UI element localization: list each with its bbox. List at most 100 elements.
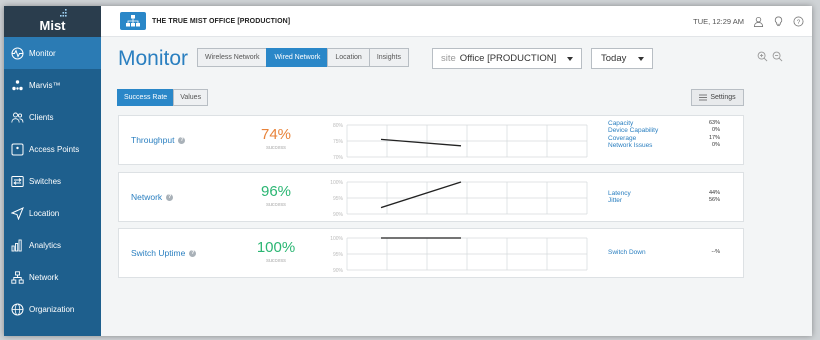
sparkline-tick-label: 100% [330,180,343,186]
breakdown-value: 0% [712,141,720,148]
metric-breakdown: Latency 44% Jitter 56% [608,190,720,205]
date-range-value: Today [601,53,627,64]
metric-name[interactable]: Network? [131,192,174,202]
sidebar-item-analytics[interactable]: Analytics [4,229,101,261]
help-icon[interactable]: ? [793,16,804,27]
sparkline-trend-line [380,181,462,209]
metric-breakdown-row[interactable]: Device Capability 0% [608,127,720,134]
sidebar-item-organization[interactable]: Organization [4,293,101,325]
access-points-icon [10,142,24,156]
breakdown-name[interactable]: Capacity [608,120,633,127]
metric-breakdown-row[interactable]: Capacity 63% [608,120,720,127]
tab-wireless-network[interactable]: Wireless Network [197,48,268,67]
user-icon[interactable] [753,16,764,27]
datetime: TUE, 12:29 AM [693,17,744,26]
analytics-icon [10,238,24,252]
help-icon[interactable]: ? [166,193,174,201]
help-icon[interactable]: ? [178,136,186,144]
tab-location[interactable]: Location [327,48,370,67]
sidebar-item-label: Analytics [29,240,62,250]
settings-label: Settings [710,94,736,101]
sidebar-item-label: Switches [29,176,62,186]
site-selector-label: site [441,53,456,64]
org-title[interactable]: THE TRUE MIST OFFICE [PRODUCTION] [152,18,290,25]
date-range-selector[interactable]: Today [591,48,653,69]
sparkline-tick-label: 95% [333,252,344,258]
metric-percent-caption: success [266,145,286,151]
chevron-down-icon [567,57,573,61]
metric-card-network[interactable]: Network? 96% success 100% 95% 90% Latency 44% Ji… [118,172,744,222]
site-selector[interactable]: site Office [PRODUCTION] [432,48,582,69]
metric-breakdown-row[interactable]: Network Issues 0% [608,142,720,149]
clients-icon [10,110,24,124]
tab-wired-network[interactable]: Wired Network [266,48,329,67]
sidebar-item-clients[interactable]: Clients [4,101,101,133]
zoom-out-icon[interactable] [772,51,783,62]
sidebar-item-label: Location [29,208,60,218]
sidebar-item-switches[interactable]: Switches [4,165,101,197]
network-icon [10,270,24,284]
metric-sparkline: 80% 75% 70% [333,123,588,161]
sidebar-item-label: Monitor [29,48,56,58]
org-icon [120,12,146,30]
breakdown-name[interactable]: Device Capability [608,127,658,134]
sparkline-tick-label: 100% [330,236,343,242]
metric-breakdown-row[interactable]: Jitter 56% [608,197,720,204]
metric-breakdown-row[interactable]: Latency 44% [608,190,720,197]
subtab-values[interactable]: Values [173,89,209,106]
app-window: Mist Monitor Marvis™ Clients Access Points S… [4,6,812,336]
settings-button[interactable]: Settings [691,89,744,106]
organization-icon [10,302,24,316]
metric-percent-caption: success [266,202,286,208]
sidebar-item-access-points[interactable]: Access Points [4,133,101,165]
page-title: Monitor [118,47,189,70]
tab-insights[interactable]: Insights [368,48,409,67]
monitor-icon [10,46,24,60]
sidebar-item-label: Marvis™ [29,80,61,90]
svg-text:?: ? [797,19,801,26]
metric-breakdown-row[interactable]: Switch Down --% [608,249,720,256]
metric-name[interactable]: Throughput? [131,135,186,145]
breakdown-name[interactable]: Latency [608,190,631,197]
sparkline-tick-label: 90% [333,268,344,274]
breakdown-name[interactable]: Jitter [608,197,622,204]
sidebar-item-location[interactable]: Location [4,197,101,229]
breakdown-value: 63% [708,120,720,126]
org-hierarchy-icon [126,15,140,27]
breakdown-name[interactable]: Network Issues [608,142,652,149]
sparkline-tick-label: 75% [333,139,344,145]
switches-icon [10,174,24,188]
zoom-in-icon[interactable] [757,51,768,62]
location-icon [10,206,24,220]
sidebar-item-marvis[interactable]: Marvis™ [4,69,101,101]
help-icon[interactable]: ? [189,249,197,257]
subtab-success-rate[interactable]: Success Rate [117,89,175,106]
network-tabs: Wireless Network Wired Network Location Ins… [197,48,409,67]
sparkline-tick-label: 95% [333,196,344,202]
metric-mode-tabs: Success Rate Values [117,89,209,106]
metric-percent: 96% [260,183,292,200]
metric-sparkline: 100% 95% 90% [330,236,588,274]
breakdown-name[interactable]: Coverage [608,135,636,142]
sidebar-item-network[interactable]: Network [4,261,101,293]
metric-percent: 74% [260,126,292,143]
metric-name-label: Switch Uptime [131,248,186,258]
metric-breakdown-row[interactable]: Coverage 17% [608,135,720,142]
sparkline-tick-label: 90% [333,212,344,218]
site-selector-value: Office [PRODUCTION] [459,53,557,64]
metric-card-throughput[interactable]: Throughput? 74% success 80% 75% 70% Capacity 63… [118,115,744,165]
chevron-down-icon [638,57,644,61]
lightbulb-icon[interactable] [773,16,784,27]
metric-name[interactable]: Switch Uptime? [131,248,197,258]
marvis-icon [10,78,24,92]
mist-logo[interactable]: Mist [4,6,101,37]
breakdown-name[interactable]: Switch Down [608,249,646,256]
metric-percent: 100% [256,239,296,256]
sparkline-trend-line [380,138,462,147]
metric-name-label: Network [131,192,163,202]
metric-card-switch-uptime[interactable]: Switch Uptime? 100% success 100% 95% 90% Switc… [118,228,744,278]
metric-breakdown: Capacity 63% Device Capability 0% Coverage 17… [608,120,720,149]
metric-sparkline: 100% 95% 90% [330,180,588,218]
metric-name-label: Throughput [131,135,175,145]
sidebar-item-monitor[interactable]: Monitor [4,37,101,69]
